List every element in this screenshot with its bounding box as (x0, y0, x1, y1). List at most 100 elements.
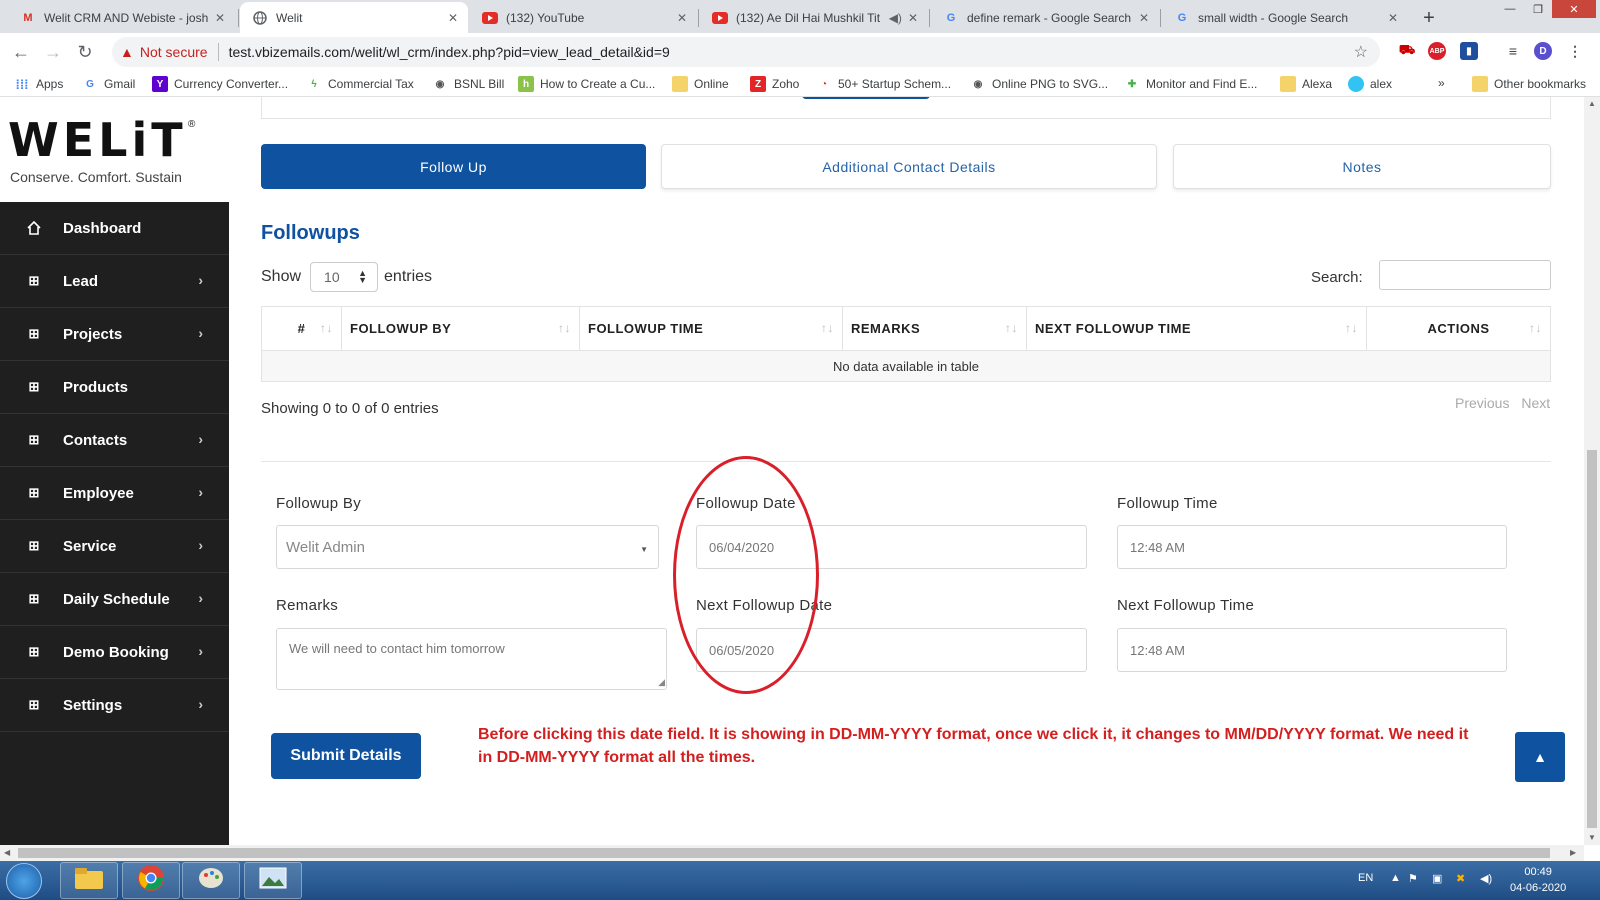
sidebar-item-service[interactable]: ⊞ Service › (0, 520, 229, 573)
search-input[interactable] (1379, 260, 1551, 290)
scroll-right-arrow-icon[interactable]: ▶ (1570, 848, 1576, 857)
speaker-icon[interactable]: ◀) (889, 11, 902, 25)
browser-tab[interactable]: (132) Ae Dil Hai Mushkil Tit ◀) ✕ (700, 2, 928, 33)
network-warning-icon[interactable]: ✖ (1456, 872, 1465, 885)
language-indicator[interactable]: EN (1358, 872, 1373, 884)
sidebar-item-settings[interactable]: ⊞ Settings › (0, 679, 229, 732)
remarks-textarea[interactable]: We will need to contact him tomorrow ◢ (276, 628, 667, 690)
sidebar-item-contacts[interactable]: ⊞ Contacts › (0, 414, 229, 467)
bookmarks-overflow[interactable]: » (1438, 76, 1445, 90)
sidebar-item-dashboard[interactable]: Dashboard (0, 202, 229, 255)
bookmark-item[interactable]: ◉ BSNL Bill (432, 76, 505, 92)
sidebar-item-demo-booking[interactable]: ⊞ Demo Booking › (0, 626, 229, 679)
submit-details-button[interactable]: Submit Details (271, 733, 421, 779)
brand-logo[interactable]: WELiT ® Conserve. Comfort. Sustain (0, 97, 229, 202)
scrollbar-thumb[interactable] (1587, 450, 1597, 828)
resize-grip-icon[interactable]: ◢ (658, 677, 665, 688)
followup-time-field[interactable]: 12:48 AM (1117, 525, 1507, 569)
bookmark-item[interactable]: Y Currency Converter... (152, 76, 288, 92)
bookmark-item[interactable]: Alexa (1280, 76, 1332, 92)
other-bookmarks[interactable]: Other bookmarks (1472, 76, 1586, 92)
entries-length-control: Show 10 ▲ ▼ entries (261, 262, 432, 292)
star-icon[interactable]: ☆ (1354, 42, 1368, 62)
bookmark-item[interactable]: ϟ Commercial Tax (306, 76, 413, 92)
scroll-down-arrow-icon[interactable]: ▼ (1588, 833, 1596, 842)
close-tab-icon[interactable]: ✕ (908, 11, 918, 25)
column-header[interactable]: FOLLOWUP BY ↑↓ (341, 306, 580, 351)
column-header[interactable]: # ↑↓ (261, 306, 342, 351)
vertical-scrollbar[interactable]: ▲ ▼ (1584, 97, 1600, 845)
sidebar-menu: Dashboard ⊞ Lead › ⊞ Projects › ⊞ Produc… (0, 202, 229, 732)
close-tab-icon[interactable]: ✕ (215, 11, 225, 25)
network-icon[interactable]: ▣ (1432, 872, 1442, 885)
bookmark-item[interactable]: Z Zoho (750, 76, 799, 92)
close-tab-icon[interactable]: ✕ (1139, 11, 1149, 25)
photo-viewer-taskbar-button[interactable] (244, 862, 302, 899)
browser-tab[interactable]: G small width - Google Search ✕ (1162, 2, 1408, 33)
tab-follow-up[interactable]: Follow Up (261, 144, 646, 189)
file-explorer-taskbar-button[interactable] (60, 862, 118, 899)
tab-notes[interactable]: Notes (1173, 144, 1551, 189)
google-icon: G (946, 11, 956, 24)
forward-arrow-icon[interactable]: → (42, 41, 64, 63)
column-header[interactable]: ACTIONS ↑↓ (1366, 306, 1551, 351)
browser-tab[interactable]: (132) YouTube ✕ (470, 2, 697, 33)
bookmark-item[interactable]: ◉ Online PNG to SVG... (970, 76, 1108, 92)
next-followup-time-field[interactable]: 12:48 AM (1117, 628, 1507, 672)
extension-icon[interactable]: ⛟ (1398, 42, 1416, 60)
sidebar-item-daily-schedule[interactable]: ⊞ Daily Schedule › (0, 573, 229, 626)
bookmark-item[interactable]: ✚ Monitor and Find E... (1124, 76, 1258, 92)
bookmark-item[interactable]: ◔ 50+ Startup Schem... (816, 76, 951, 92)
bookmark-item[interactable]: h How to Create a Cu... (518, 76, 655, 92)
bookmark-item[interactable]: ⁞⁞⁞ Apps (14, 76, 64, 92)
close-tab-icon[interactable]: ✕ (677, 11, 687, 25)
chrome-taskbar-button[interactable] (122, 862, 180, 899)
new-tab-button[interactable]: + (1416, 5, 1442, 31)
browser-tab-active[interactable]: Welit ✕ (240, 2, 468, 33)
minimize-button[interactable]: — (1496, 0, 1524, 18)
scroll-left-arrow-icon[interactable]: ◀ (4, 848, 10, 857)
scroll-to-top-button[interactable]: ▲ (1515, 732, 1565, 782)
image-icon (259, 867, 287, 894)
analytics-extension-icon[interactable]: ▮ (1460, 42, 1478, 60)
horizontal-scrollbar[interactable]: ◀ ▶ (0, 845, 1584, 861)
scroll-up-arrow-icon[interactable]: ▲ (1588, 99, 1596, 108)
volume-icon[interactable]: ◀) (1480, 872, 1492, 885)
bookmark-item[interactable]: Online (672, 76, 729, 92)
sort-icon: ↑↓ (1005, 321, 1018, 335)
media-queue-icon[interactable]: ≡ (1504, 42, 1522, 60)
paint-taskbar-button[interactable] (182, 862, 240, 899)
restore-button[interactable]: ❐ (1524, 0, 1552, 18)
start-button[interactable] (6, 863, 42, 899)
followup-by-select[interactable]: Welit Admin ▼ (276, 525, 659, 569)
bookmark-item[interactable]: G Gmail (82, 76, 135, 92)
show-hidden-icons-icon[interactable]: ▲ (1390, 872, 1401, 884)
browser-menu-icon[interactable]: ⋮ (1566, 42, 1584, 60)
sidebar-item-projects[interactable]: ⊞ Projects › (0, 308, 229, 361)
browser-tab[interactable]: G define remark - Google Search ✕ (931, 2, 1159, 33)
address-bar[interactable]: ▲ Not secure test.vbizemails.com/welit/w… (112, 37, 1380, 67)
sidebar: WELiT ® Conserve. Comfort. Sustain Dashb… (0, 97, 229, 845)
sidebar-item-lead[interactable]: ⊞ Lead › (0, 255, 229, 308)
next-button[interactable]: Next (1521, 395, 1550, 411)
column-header[interactable]: NEXT FOLLOWUP TIME ↑↓ (1026, 306, 1367, 351)
back-arrow-icon[interactable]: ← (10, 41, 32, 63)
browser-tab[interactable]: M Welit CRM AND Webiste - joshi ✕ (8, 2, 235, 33)
action-center-flag-icon[interactable]: ⚑ (1408, 872, 1418, 885)
tab-additional-contact-details[interactable]: Additional Contact Details (661, 144, 1157, 189)
profile-avatar[interactable]: D (1534, 42, 1552, 60)
close-tab-icon[interactable]: ✕ (1388, 11, 1398, 25)
close-tab-icon[interactable]: ✕ (448, 11, 458, 25)
entries-select[interactable]: 10 ▲ ▼ (310, 262, 379, 292)
column-header[interactable]: REMARKS ↑↓ (842, 306, 1027, 351)
system-clock[interactable]: 00:49 04-06-2020 (1510, 864, 1566, 896)
sidebar-item-products[interactable]: ⊞ Products (0, 361, 229, 414)
column-header[interactable]: FOLLOWUP TIME ↑↓ (579, 306, 843, 351)
adblock-icon[interactable]: ABP (1428, 42, 1446, 60)
close-window-button[interactable]: ✕ (1552, 0, 1596, 18)
sidebar-item-employee[interactable]: ⊞ Employee › (0, 467, 229, 520)
previous-button[interactable]: Previous (1455, 395, 1509, 411)
scrollbar-thumb[interactable] (18, 848, 1550, 858)
reload-icon[interactable]: ↻ (74, 41, 96, 63)
bookmark-item[interactable]: alex (1348, 76, 1392, 92)
